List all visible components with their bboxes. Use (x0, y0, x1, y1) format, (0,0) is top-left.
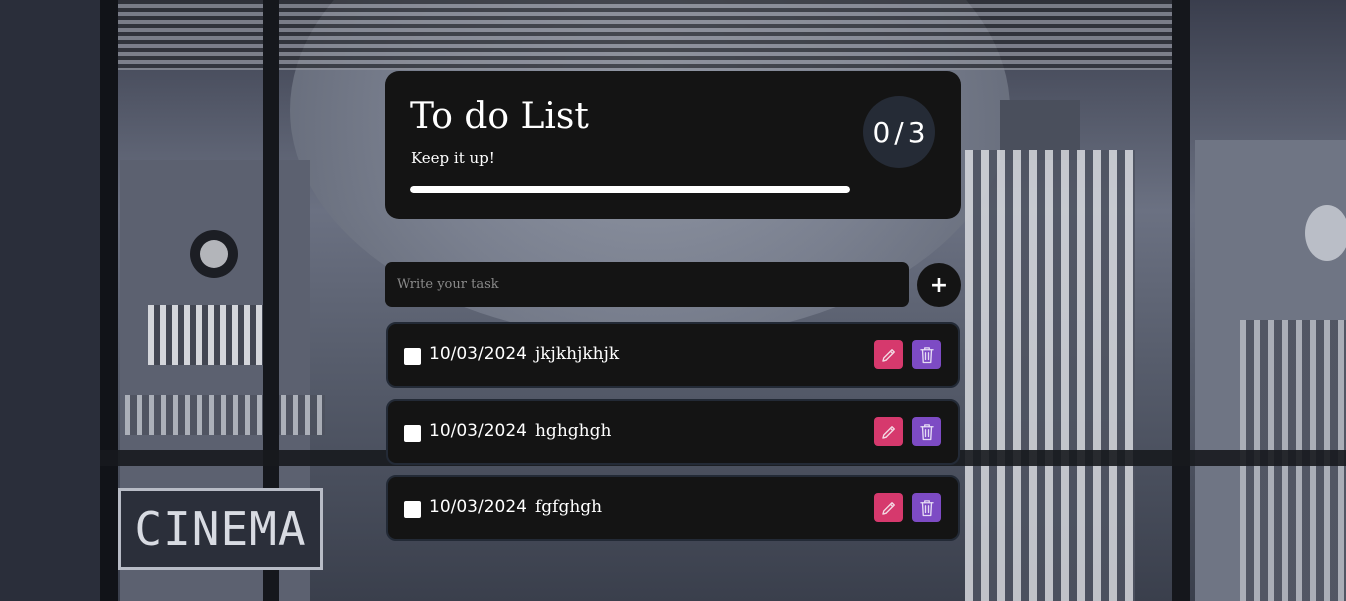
task-count-badge: 0 / 3 (863, 96, 935, 168)
background-pillar (1172, 0, 1190, 601)
background-clock (1305, 205, 1346, 261)
pencil-icon (880, 423, 898, 441)
task-date: 10/03/2024 (429, 344, 527, 364)
trash-icon (918, 498, 936, 518)
task-row: 10/03/2024 jkjkhjkhjk (386, 322, 960, 388)
completed-count: 0 (872, 115, 891, 149)
background-building-windows (148, 305, 268, 365)
delete-task-button[interactable] (912, 493, 941, 522)
task-date: 10/03/2024 (429, 421, 527, 441)
edit-task-button[interactable] (874, 340, 903, 369)
progress-bar (410, 186, 850, 193)
task-name: fgfghgh (534, 497, 603, 517)
task-row: 10/03/2024 fgfghgh (386, 475, 960, 541)
delete-task-button[interactable] (912, 340, 941, 369)
background-cinema-sign: CINEMA (118, 488, 323, 570)
page-title: To do List (410, 96, 589, 137)
edit-task-button[interactable] (874, 417, 903, 446)
progress-bar-fill (410, 186, 850, 193)
background-window-frame (100, 0, 118, 601)
pencil-icon (880, 499, 898, 517)
task-name: jkjkhjkhjk (534, 344, 620, 364)
page-subtitle: Keep it up! (411, 149, 495, 167)
add-task-button[interactable]: + (917, 263, 961, 307)
task-checkbox[interactable] (404, 348, 421, 365)
task-checkbox[interactable] (404, 501, 421, 518)
task-text: 10/03/2024 fgfghgh (429, 497, 602, 517)
task-checkbox[interactable] (404, 425, 421, 442)
delete-task-button[interactable] (912, 417, 941, 446)
task-text: 10/03/2024 jkjkhjkhjk (429, 344, 619, 364)
task-text: 10/03/2024 hghghgh (429, 421, 611, 441)
task-input[interactable] (385, 262, 909, 307)
edit-task-button[interactable] (874, 493, 903, 522)
trash-icon (918, 345, 936, 365)
header-card: To do List Keep it up! 0 / 3 (385, 71, 961, 219)
background-wall (0, 0, 100, 601)
pencil-icon (880, 346, 898, 364)
trash-icon (918, 422, 936, 442)
background-building-windows (125, 395, 325, 435)
task-name: hghghgh (534, 421, 612, 441)
plus-icon: + (929, 272, 949, 298)
count-separator: / (894, 115, 904, 149)
task-row: 10/03/2024 hghghgh (386, 399, 960, 465)
total-count: 3 (907, 115, 926, 149)
background-building-center (965, 150, 1135, 601)
background-lamp-light (200, 240, 228, 268)
task-date: 10/03/2024 (429, 497, 527, 517)
